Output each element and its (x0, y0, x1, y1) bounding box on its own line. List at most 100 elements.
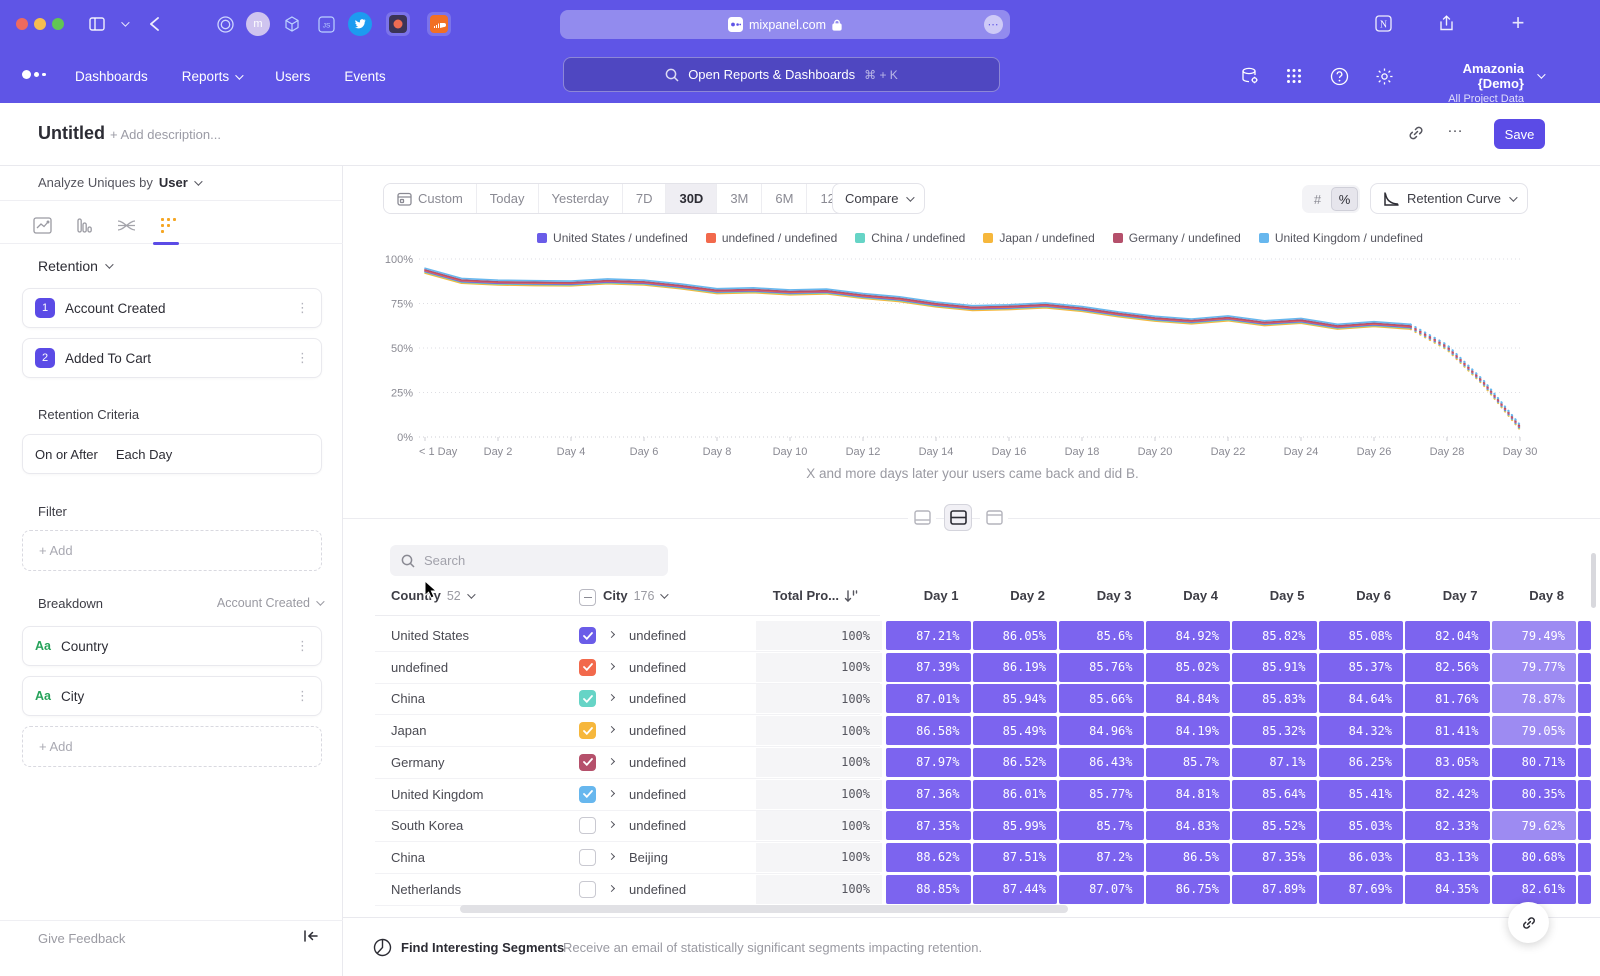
retention-cell[interactable]: 81.76% (1405, 684, 1490, 713)
day-header[interactable]: Day 6 (1319, 588, 1404, 603)
row-checkbox[interactable] (579, 786, 596, 803)
tab-box-icon[interactable] (280, 12, 304, 36)
save-button[interactable]: Save (1494, 119, 1545, 149)
nav-item-reports[interactable]: Reports (182, 69, 241, 84)
retention-cell[interactable]: 82.61% (1492, 875, 1577, 904)
retention-cell[interactable]: 80.35% (1492, 780, 1577, 809)
expand-row-icon[interactable] (608, 663, 615, 670)
criteria-on-or-after[interactable]: On or After (35, 447, 98, 462)
range-custom[interactable]: Custom (384, 184, 477, 213)
retention-cell[interactable]: 87.51% (973, 843, 1058, 872)
step-card-account-created[interactable]: 1Account Created⋮ (22, 288, 322, 328)
filter-add-button[interactable]: + Add (22, 530, 322, 571)
total-column-header[interactable]: Total Pro... (700, 588, 858, 603)
retention-cell[interactable]: 82.42% (1405, 780, 1490, 809)
retention-cell[interactable]: 80.68% (1492, 843, 1577, 872)
row-checkbox[interactable] (579, 722, 596, 739)
retention-cell[interactable]: 85.94% (973, 684, 1058, 713)
row-checkbox[interactable] (579, 849, 596, 866)
traffic-light-close[interactable] (16, 18, 28, 30)
traffic-light-minimize[interactable] (34, 18, 46, 30)
range-today[interactable]: Today (477, 184, 539, 213)
tab-flows-icon[interactable] (114, 213, 138, 237)
retention-cell[interactable]: 81.41% (1405, 716, 1490, 745)
retention-cell[interactable]: 86.43% (1059, 748, 1144, 777)
retention-cell[interactable]: 85.76% (1059, 653, 1144, 682)
table-search-input[interactable] (424, 553, 644, 568)
kebab-menu-icon[interactable]: ⋮ (296, 688, 309, 704)
row-checkbox[interactable] (579, 690, 596, 707)
retention-cell[interactable]: 87.69% (1319, 875, 1404, 904)
expand-row-icon[interactable] (608, 758, 615, 765)
traffic-light-zoom[interactable] (52, 18, 64, 30)
tab-mixpanel-icon[interactable] (386, 12, 410, 36)
retention-cell[interactable]: 87.01% (886, 684, 971, 713)
retention-cell[interactable]: 82.56% (1405, 653, 1490, 682)
browser-sidebar-icon[interactable] (85, 12, 109, 36)
retention-cell[interactable]: 82.33% (1405, 811, 1490, 840)
global-search[interactable]: Open Reports & Dashboards ⌘ + K (563, 57, 1000, 92)
tab-twitter-bird-icon[interactable] (348, 12, 372, 36)
retention-cell[interactable]: 87.35% (886, 811, 971, 840)
retention-cell[interactable]: 85.08% (1319, 621, 1404, 650)
retention-cell[interactable]: 87.07% (1059, 875, 1144, 904)
select-all-checkbox[interactable] (579, 589, 596, 606)
browser-back-icon[interactable] (142, 12, 166, 36)
range-6m[interactable]: 6M (762, 184, 807, 213)
browser-tabs-chevron-icon[interactable] (112, 12, 136, 36)
step-card-added-to-cart[interactable]: 2Added To Cart⋮ (22, 338, 322, 378)
retention-cell[interactable]: 87.36% (886, 780, 971, 809)
data-management-icon[interactable] (1237, 63, 1263, 89)
retention-cell[interactable]: 86.01% (973, 780, 1058, 809)
view-split-button[interactable] (944, 504, 972, 531)
tab-avatar-m-icon[interactable]: m (246, 12, 270, 36)
retention-cell[interactable]: 86.05% (973, 621, 1058, 650)
range-7d[interactable]: 7D (623, 184, 667, 213)
address-bar[interactable]: mixpanel.com ⋯ (560, 10, 1010, 39)
retention-cell[interactable]: 86.5% (1146, 843, 1231, 872)
mixpanel-logo[interactable] (22, 70, 46, 79)
horizontal-scrollbar[interactable] (460, 905, 1068, 913)
page-title[interactable]: Untitled (38, 123, 105, 144)
range-30d[interactable]: 30D (666, 184, 717, 213)
retention-cell[interactable]: 87.1% (1232, 748, 1317, 777)
breakdown-add-button[interactable]: + Add (22, 726, 322, 767)
row-checkbox[interactable] (579, 754, 596, 771)
expand-row-icon[interactable] (608, 694, 615, 701)
retention-cell[interactable]: 83.13% (1405, 843, 1490, 872)
retention-cell[interactable]: 85.37% (1319, 653, 1404, 682)
help-icon[interactable] (1326, 63, 1352, 89)
city-column-header[interactable]: City176 (603, 588, 666, 603)
country-column-header[interactable]: Country52 (391, 588, 473, 603)
retention-cell[interactable]: 86.25% (1319, 748, 1404, 777)
chart-type-dropdown[interactable]: Retention Curve (1370, 183, 1528, 214)
retention-section-header[interactable]: Retention (38, 258, 111, 274)
range-yesterday[interactable]: Yesterday (539, 184, 623, 213)
kebab-menu-icon[interactable]: ⋮ (296, 638, 309, 654)
retention-cell[interactable]: 84.96% (1059, 716, 1144, 745)
retention-cell[interactable]: 86.75% (1146, 875, 1231, 904)
expand-row-icon[interactable] (608, 789, 615, 796)
retention-cell[interactable]: 84.64% (1319, 684, 1404, 713)
legend-item[interactable]: United Kingdom / undefined (1259, 231, 1423, 245)
collapse-sidebar-icon[interactable] (303, 929, 319, 943)
legend-item[interactable]: Japan / undefined (983, 231, 1094, 245)
tab-funnels-icon[interactable] (72, 213, 96, 237)
expand-row-icon[interactable] (608, 821, 615, 828)
retention-cell[interactable]: 85.32% (1232, 716, 1317, 745)
tab-js-icon[interactable]: JS (314, 12, 338, 36)
nav-item-dashboards[interactable]: Dashboards (75, 69, 148, 84)
retention-cell[interactable]: 84.92% (1146, 621, 1231, 650)
day-header[interactable]: Day 2 (973, 588, 1058, 603)
retention-cell[interactable]: 85.7% (1059, 811, 1144, 840)
kebab-menu-icon[interactable]: ⋮ (296, 300, 309, 316)
breakdown-event-dropdown[interactable]: Account Created (0, 596, 322, 610)
table-search[interactable] (390, 545, 668, 576)
view-table-only-button[interactable] (980, 504, 1008, 531)
retention-cell[interactable]: 85.52% (1232, 811, 1317, 840)
criteria-card[interactable]: On or After Each Day (22, 434, 322, 474)
retention-cell[interactable]: 85.66% (1059, 684, 1144, 713)
mode-percent[interactable]: % (1331, 187, 1358, 211)
tab-onepassword-icon[interactable] (213, 12, 237, 36)
kebab-menu-icon[interactable]: ⋮ (296, 350, 309, 366)
